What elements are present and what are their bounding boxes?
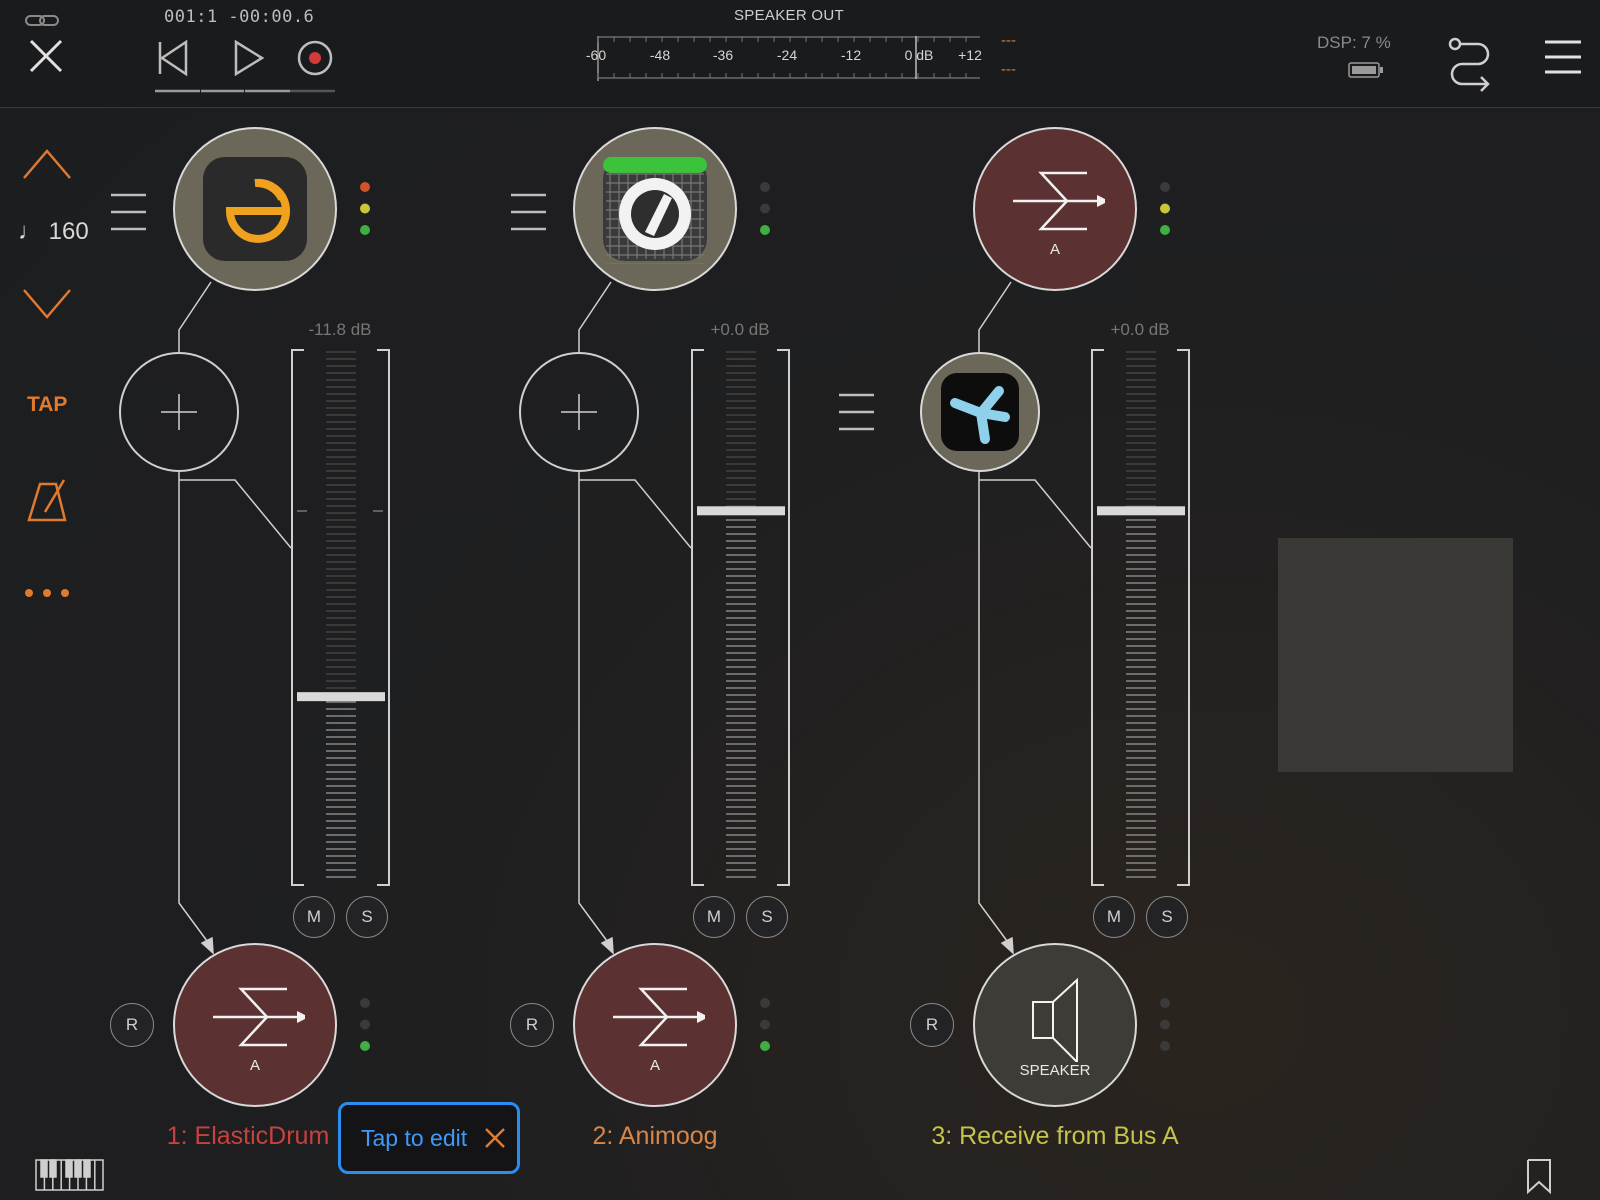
record-arm-button[interactable]: R	[910, 1003, 954, 1047]
mute-button[interactable]: M	[1093, 896, 1135, 938]
bookmark-icon[interactable]	[1527, 1159, 1551, 1195]
solo-button[interactable]: S	[746, 896, 788, 938]
routing-icon[interactable]	[1448, 37, 1490, 92]
fader-ticks	[1126, 351, 1156, 878]
fader-cap[interactable]	[297, 692, 385, 702]
play-icon[interactable]	[234, 39, 265, 77]
meter-tick-label: -60	[585, 47, 607, 63]
meter-tick-label: -12	[840, 47, 862, 63]
source-node[interactable]: A	[973, 127, 1137, 291]
metronome-icon[interactable]	[27, 479, 67, 522]
record-arm-button[interactable]: R	[510, 1003, 554, 1047]
level-led	[360, 998, 370, 1008]
output-node[interactable]: A	[573, 943, 737, 1107]
level-led	[360, 1041, 370, 1051]
source-node[interactable]	[173, 127, 337, 291]
link-icon[interactable]	[25, 15, 59, 26]
channel-menu-icon[interactable]	[511, 193, 546, 231]
level-led	[760, 1041, 770, 1051]
channel-name[interactable]: 3: Receive from Bus A	[931, 1122, 1178, 1151]
effect-app-icon	[941, 373, 1019, 451]
meter-peak-right: ---	[1001, 61, 1016, 78]
bus-send-icon	[613, 987, 705, 1046]
record-icon[interactable]	[297, 40, 333, 76]
mute-button[interactable]: M	[693, 896, 735, 938]
speaker-icon	[1032, 977, 1078, 1062]
output-node[interactable]: SPEAKER	[973, 943, 1137, 1107]
channel-strip-graphics	[839, 182, 1190, 1051]
level-led	[760, 203, 770, 214]
meter-tick-label: +12	[958, 47, 982, 63]
level-led	[1160, 1019, 1170, 1030]
level-led	[360, 203, 370, 214]
add-effect-button[interactable]	[119, 352, 239, 472]
level-led	[360, 1019, 370, 1030]
add-channel-button[interactable]	[1278, 538, 1513, 772]
output-node[interactable]: A	[173, 943, 337, 1107]
level-led	[360, 225, 370, 235]
keyboard-icon[interactable]	[35, 1159, 104, 1191]
tempo-up-icon[interactable]	[23, 149, 71, 179]
animoog-app-icon	[603, 157, 707, 264]
level-led	[1160, 225, 1170, 235]
effect-node[interactable]	[920, 352, 1040, 472]
close-icon[interactable]	[29, 39, 63, 73]
meter-tick-label: 0 dB	[904, 47, 934, 63]
meter-peak-left: ---	[1001, 32, 1016, 49]
rewind-icon[interactable]	[158, 39, 188, 77]
level-led	[1160, 1041, 1170, 1051]
main-menu-icon[interactable]	[1545, 40, 1581, 74]
level-led	[760, 225, 770, 235]
channel-gain-readout: -11.8 dB	[308, 320, 372, 339]
output-label: A	[249, 1056, 260, 1074]
level-led	[1160, 182, 1170, 192]
dsp-readout: DSP: 7 %	[1317, 33, 1391, 52]
fader-ticks	[297, 351, 383, 878]
tempo-readout[interactable]: ♩ 160	[18, 218, 89, 246]
plus-icon	[161, 394, 197, 430]
level-led	[360, 182, 370, 192]
bus-send-icon	[213, 987, 305, 1046]
tooltip-text: Tap to edit	[361, 1124, 468, 1151]
output-label: SPEAKER	[1019, 1061, 1091, 1079]
tooltip-close-icon[interactable]	[483, 1126, 507, 1150]
mute-button[interactable]: M	[293, 896, 335, 938]
channel-menu-icon[interactable]	[839, 393, 874, 431]
level-led	[760, 998, 770, 1008]
meter-tick-label: -24	[776, 47, 798, 63]
plus-icon	[561, 394, 597, 430]
level-led	[760, 182, 770, 192]
level-led	[1160, 203, 1170, 214]
bus-receive-icon	[1013, 171, 1105, 230]
transport-timecode: 001:1 -00:00.6	[164, 7, 315, 27]
record-arm-button[interactable]: R	[110, 1003, 154, 1047]
speaker-meter-title: SPEAKER OUT	[734, 7, 844, 24]
input-bus-label: A	[1049, 240, 1060, 258]
fader-ticks	[726, 351, 756, 878]
tap-tempo-button[interactable]: TAP	[27, 393, 67, 417]
channel-name[interactable]: 2: Animoog	[592, 1122, 717, 1151]
channel-name[interactable]: 1: ElasticDrum	[167, 1122, 330, 1151]
solo-button[interactable]: S	[346, 896, 388, 938]
elasticdrum-app-icon	[203, 157, 307, 261]
tempo-down-icon[interactable]	[23, 289, 71, 319]
level-led	[1160, 998, 1170, 1008]
source-node[interactable]	[573, 127, 737, 291]
more-options-icon[interactable]	[25, 589, 69, 597]
tap-to-edit-tooltip[interactable]: Tap to edit	[338, 1102, 520, 1174]
fader-cap[interactable]	[1097, 506, 1185, 516]
add-effect-button[interactable]	[519, 352, 639, 472]
solo-button[interactable]: S	[1146, 896, 1188, 938]
level-led	[760, 1019, 770, 1030]
channel-gain-readout: +0.0 dB	[1110, 320, 1170, 339]
output-label: A	[649, 1056, 660, 1074]
battery-icon	[1348, 62, 1383, 78]
meter-tick-label: -48	[649, 47, 671, 63]
fader-cap[interactable]	[697, 506, 785, 516]
channel-menu-icon[interactable]	[111, 193, 146, 231]
meter-tick-label: -36	[712, 47, 734, 63]
channel-gain-readout: +0.0 dB	[710, 320, 770, 339]
